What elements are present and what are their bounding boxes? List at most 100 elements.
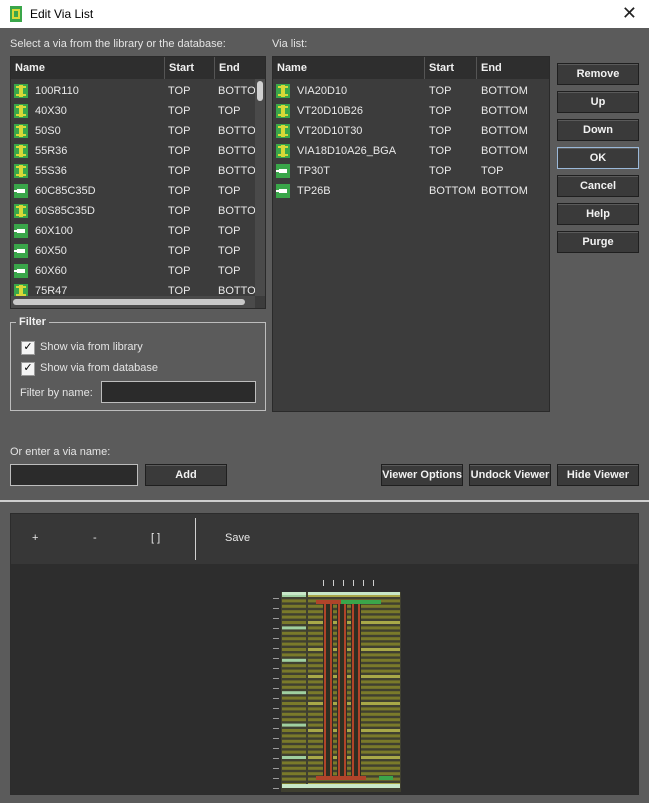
library-row[interactable]: 60X60 TOP TOP <box>11 261 255 281</box>
library-row[interactable]: 100R110 TOP BOTTOM <box>11 81 255 101</box>
board-shape <box>316 776 366 780</box>
board-shape <box>308 592 400 595</box>
show-library-checkbox[interactable]: ✓ <box>21 341 35 355</box>
board-shape <box>273 658 279 659</box>
zoom-out-button[interactable]: - <box>93 532 97 544</box>
show-database-checkbox[interactable]: ✓ <box>21 362 35 376</box>
board-shape <box>273 628 279 629</box>
board-shape <box>338 600 340 780</box>
via-col-end[interactable]: End <box>477 57 549 79</box>
via-name-input[interactable] <box>10 464 138 486</box>
board-shape <box>273 758 279 759</box>
board-shape <box>273 728 279 729</box>
library-vscroll-thumb[interactable] <box>257 81 263 101</box>
library-row[interactable]: 60C85C35D TOP TOP <box>11 181 255 201</box>
viewer-toolbar: + - [ ] Save <box>11 514 638 564</box>
via-row-start: TOP <box>429 85 452 97</box>
library-row-start: TOP <box>168 145 191 157</box>
board-shape <box>282 784 400 788</box>
via-row[interactable]: VIA18D10A26_BGA TOP BOTTOM <box>273 141 549 161</box>
fit-view-button[interactable]: [ ] <box>151 532 160 544</box>
via-row[interactable]: TP30T TOP TOP <box>273 161 549 181</box>
zoom-in-button[interactable]: + <box>32 532 38 544</box>
board-shape <box>273 618 279 619</box>
via-list[interactable]: Name Start End VIA20D10 TOP BOTTOM VT20D10B… <box>272 56 550 412</box>
library-vertical-scrollbar[interactable] <box>255 79 265 296</box>
library-col-name[interactable]: Name <box>11 57 165 79</box>
library-row-start: TOP <box>168 165 191 177</box>
board-shape <box>353 580 354 586</box>
library-row-name: 40X30 <box>35 105 67 117</box>
via-smd-icon <box>276 184 290 198</box>
board-shape <box>343 580 344 586</box>
board-shape <box>282 772 306 776</box>
board-shape <box>344 600 346 780</box>
library-col-start[interactable]: Start <box>165 57 215 79</box>
board-shape <box>282 604 306 608</box>
library-row[interactable]: 60S85C35D TOP BOTTOM <box>11 201 255 221</box>
via-list-header: Name Start End <box>273 57 549 79</box>
library-row[interactable]: 55S36 TOP BOTTOM <box>11 161 255 181</box>
library-row[interactable]: 60X50 TOP TOP <box>11 241 255 261</box>
board-shape <box>282 777 306 781</box>
save-view-button[interactable]: Save <box>225 532 250 544</box>
purge-button[interactable]: Purge <box>557 231 639 253</box>
close-icon[interactable]: ✕ <box>622 3 637 24</box>
library-row-end: TOP <box>218 245 241 257</box>
library-hscroll-thumb[interactable] <box>13 299 245 305</box>
via-row[interactable]: VIA20D10 TOP BOTTOM <box>273 81 549 101</box>
board-shape <box>282 766 306 770</box>
via-row[interactable]: TP26B BOTTOM BOTTOM <box>273 181 549 201</box>
viewer-canvas[interactable] <box>11 564 638 794</box>
hide-viewer-button[interactable]: Hide Viewer <box>557 464 639 486</box>
board-shape <box>273 778 279 779</box>
board-shape <box>282 592 306 595</box>
title-bar: Edit Via List ✕ <box>0 0 649 28</box>
ok-button[interactable]: OK <box>557 147 639 169</box>
via-row-start: BOTTOM <box>429 185 476 197</box>
via-row[interactable]: VT20D10T30 TOP BOTTOM <box>273 121 549 141</box>
board-shape <box>282 712 306 716</box>
board-shape <box>282 685 306 689</box>
undock-viewer-button[interactable]: Undock Viewer <box>469 464 551 486</box>
via-col-start[interactable]: Start <box>425 57 477 79</box>
library-row-name: 60X50 <box>35 245 67 257</box>
library-row[interactable]: 50S0 TOP BOTTOM <box>11 121 255 141</box>
library-row[interactable]: 40X30 TOP TOP <box>11 101 255 121</box>
board-shape <box>282 696 306 700</box>
help-button[interactable]: Help <box>557 203 639 225</box>
cancel-button[interactable]: Cancel <box>557 175 639 197</box>
via-pad-icon <box>276 144 290 158</box>
board-shape <box>282 669 306 673</box>
via-col-name[interactable]: Name <box>273 57 425 79</box>
library-row[interactable]: 55R36 TOP BOTTOM <box>11 141 255 161</box>
filter-by-name-input[interactable] <box>101 381 256 403</box>
board-shape <box>282 664 306 668</box>
show-database-label: Show via from database <box>40 362 159 374</box>
via-row-start: TOP <box>429 125 452 137</box>
via-row-start: TOP <box>429 145 452 157</box>
library-row[interactable]: 60X100 TOP TOP <box>11 221 255 241</box>
via-row-end: BOTTOM <box>481 185 528 197</box>
library-row-name: 55S36 <box>35 165 67 177</box>
viewer-divider[interactable] <box>0 500 649 502</box>
library-col-end[interactable]: End <box>215 57 257 79</box>
library-horizontal-scrollbar[interactable] <box>11 296 255 308</box>
remove-button[interactable]: Remove <box>557 63 639 85</box>
via-row[interactable]: VT20D10B26 TOP BOTTOM <box>273 101 549 121</box>
board-shape <box>358 600 360 780</box>
add-button[interactable]: Add <box>145 464 227 486</box>
board-shape <box>352 600 354 780</box>
down-button[interactable]: Down <box>557 119 639 141</box>
via-pad-icon <box>14 104 28 118</box>
library-row-start: TOP <box>168 245 191 257</box>
library-row-start: TOP <box>168 85 191 97</box>
library-via-list[interactable]: Name Start End 100R110 TOP BOTTOM 40X30 TOP T… <box>10 56 266 309</box>
board-shape <box>282 637 306 641</box>
viewer-options-button[interactable]: Viewer Options <box>381 464 463 486</box>
board-shape <box>282 626 306 630</box>
board-shape <box>282 729 306 732</box>
toolbar-separator <box>195 518 196 560</box>
via-row-end: BOTTOM <box>481 145 528 157</box>
up-button[interactable]: Up <box>557 91 639 113</box>
